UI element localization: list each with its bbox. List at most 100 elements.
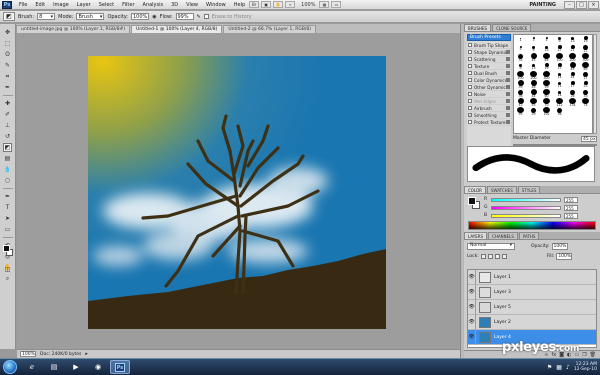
screen-mode-button[interactable]: ▭ bbox=[331, 1, 342, 8]
clone-stamp-tool-icon[interactable]: ⊥ bbox=[3, 121, 12, 130]
lock-all-icon[interactable] bbox=[501, 253, 507, 259]
brush-option-row[interactable]: Shape Dynamics bbox=[467, 49, 511, 56]
foreground-color-swatch[interactable] bbox=[3, 245, 10, 252]
b-field[interactable]: 255 bbox=[564, 212, 578, 219]
lock-icon[interactable] bbox=[506, 64, 510, 68]
pen-tool-icon[interactable]: ✒ bbox=[3, 192, 12, 201]
tray-network-icon[interactable]: ▦ bbox=[556, 364, 562, 371]
b-slider[interactable] bbox=[491, 213, 561, 218]
taskbar-firefox-icon[interactable]: ◉ bbox=[88, 360, 108, 374]
brush-option-checkbox[interactable] bbox=[468, 43, 472, 47]
brush-presets-button[interactable]: Brush Presets bbox=[467, 34, 511, 41]
brush-tip-cell[interactable]: 46 bbox=[527, 80, 540, 89]
lock-icon[interactable] bbox=[506, 106, 510, 110]
tab-color[interactable]: COLOR bbox=[464, 186, 486, 193]
menu-edit[interactable]: Edit bbox=[31, 0, 49, 10]
brush-tip-cell[interactable]: 1 bbox=[514, 35, 527, 44]
layer-row[interactable]: 👁 Layer 5 bbox=[468, 299, 596, 315]
brush-option-checkbox[interactable] bbox=[468, 64, 472, 68]
brush-option-row[interactable]: Noise bbox=[467, 91, 511, 98]
brush-tip-cell[interactable]: 11 bbox=[553, 80, 566, 89]
menu-filter[interactable]: Filter bbox=[118, 0, 138, 10]
menu-select[interactable]: Select bbox=[95, 0, 118, 10]
brush-tip-cell[interactable]: 17 bbox=[553, 62, 566, 71]
menu-view[interactable]: View bbox=[182, 0, 202, 10]
brush-tip-cell[interactable]: 65 bbox=[540, 53, 553, 62]
brush-tip-cell[interactable]: 13 bbox=[527, 62, 540, 71]
tab-swatches[interactable]: SWATCHES bbox=[486, 186, 517, 193]
eye-icon[interactable]: 👁 bbox=[468, 314, 476, 330]
brush-option-checkbox[interactable] bbox=[468, 78, 472, 82]
brush-tip-cell[interactable]: 19 bbox=[540, 62, 553, 71]
brush-grid-scrollbar[interactable] bbox=[593, 34, 597, 134]
brush-size-picker[interactable]: 8 ▾ bbox=[37, 13, 56, 20]
brush-option-row[interactable]: ✓ Smoothing bbox=[467, 112, 511, 119]
r-field[interactable]: 255 bbox=[564, 196, 578, 203]
menu-3d[interactable]: 3D bbox=[167, 0, 182, 10]
shape-tool-icon[interactable]: ▭ bbox=[3, 225, 12, 234]
brush-option-row[interactable]: Protect Texture bbox=[467, 119, 511, 126]
doc-tab-2[interactable]: Untitled-1 @ 100% (Layer 4, RGB/8) bbox=[131, 25, 223, 33]
minibridge-button[interactable]: ▣ bbox=[261, 1, 272, 8]
doc-tab-3[interactable]: Untitled-2 @ 66.7% (Layer 1, RGB/8) bbox=[223, 25, 317, 33]
brush-tip-cell[interactable]: 95 bbox=[514, 107, 527, 116]
arrange-documents-button[interactable]: ▦ bbox=[319, 1, 330, 8]
brush-tip-cell[interactable]: 14 bbox=[553, 71, 566, 80]
brush-tip-cell[interactable]: 17 bbox=[566, 80, 579, 89]
eye-icon[interactable]: 👁 bbox=[468, 299, 476, 315]
brush-tip-cell[interactable]: 300 bbox=[579, 53, 592, 62]
quick-mask-icon[interactable]: ◫ bbox=[3, 265, 12, 274]
brush-tip-cell[interactable]: 29 bbox=[527, 107, 540, 116]
lock-icon[interactable] bbox=[506, 99, 510, 103]
zoom-level[interactable]: 100% bbox=[301, 2, 315, 8]
start-button[interactable] bbox=[3, 360, 17, 374]
brush-tip-cell[interactable]: 33 bbox=[579, 89, 592, 98]
status-zoom-field[interactable]: 100% bbox=[20, 351, 36, 357]
tab-brushes[interactable]: BRUSHES bbox=[464, 24, 492, 31]
path-selection-tool-icon[interactable]: ➤ bbox=[3, 214, 12, 223]
layer-opacity-field[interactable]: 100% bbox=[551, 242, 568, 250]
menu-file[interactable]: File bbox=[15, 0, 31, 10]
opacity-pressure-icon[interactable]: ◉ bbox=[152, 14, 156, 20]
tool-preset-picker[interactable]: ◩ bbox=[3, 12, 15, 21]
tray-flag-icon[interactable]: ⚑ bbox=[547, 364, 552, 371]
maximize-button[interactable]: □ bbox=[576, 0, 587, 9]
taskbar-media-icon[interactable]: ▶ bbox=[66, 360, 86, 374]
lock-icon[interactable] bbox=[506, 120, 510, 124]
lock-position-icon[interactable] bbox=[494, 253, 500, 259]
brush-tip-cell[interactable]: 45 bbox=[566, 62, 579, 71]
brush-option-row[interactable]: Scattering bbox=[467, 56, 511, 63]
brush-tip-cell[interactable]: 21 bbox=[566, 44, 579, 53]
g-slider[interactable] bbox=[491, 205, 561, 210]
document-canvas[interactable] bbox=[88, 56, 386, 329]
brush-option-checkbox[interactable] bbox=[468, 57, 472, 61]
tab-layers[interactable]: LAYERS bbox=[464, 232, 488, 239]
brush-option-checkbox[interactable] bbox=[468, 71, 472, 75]
lock-icon[interactable] bbox=[506, 50, 510, 54]
g-field[interactable]: 255 bbox=[564, 204, 578, 211]
brush-tip-cell[interactable]: 23 bbox=[579, 80, 592, 89]
new-layer-icon[interactable]: ❐ bbox=[582, 352, 586, 358]
brush-option-row[interactable]: Dual Brush bbox=[467, 70, 511, 77]
brush-tip-cell[interactable]: 17 bbox=[553, 44, 566, 53]
menu-layer[interactable]: Layer bbox=[73, 0, 95, 10]
doc-tab-1[interactable]: untitled-image.jpg @ 100% (Layer 1, RGB/… bbox=[16, 25, 131, 33]
brush-tip-cell[interactable]: 9 bbox=[553, 35, 566, 44]
blend-mode-select[interactable]: Normal ▾ bbox=[467, 242, 515, 250]
master-diameter-field[interactable]: 45 px bbox=[581, 135, 597, 142]
brush-tip-cell[interactable]: 55 bbox=[527, 98, 540, 107]
brush-tip-cell[interactable]: 26 bbox=[566, 89, 579, 98]
flow-field[interactable]: 99% bbox=[175, 13, 194, 20]
lock-icon[interactable] bbox=[506, 71, 510, 75]
brush-option-row[interactable]: Brush Tip Shape bbox=[467, 42, 511, 49]
color-foreground-swatch[interactable] bbox=[468, 197, 476, 205]
gradient-tool-icon[interactable]: ▤ bbox=[3, 154, 12, 163]
brush-tip-cell[interactable]: 59 bbox=[540, 80, 553, 89]
mode-select[interactable]: Brush ▾ bbox=[76, 13, 105, 20]
brush-tip-cell[interactable]: 5 bbox=[540, 35, 553, 44]
lock-icon[interactable] bbox=[506, 85, 510, 89]
quick-select-tool-icon[interactable]: ✎ bbox=[3, 61, 12, 70]
brush-option-row[interactable]: Texture bbox=[467, 63, 511, 70]
brush-tip-cell[interactable]: 192 bbox=[540, 107, 553, 116]
brush-tip-cell[interactable]: 300 bbox=[540, 71, 553, 80]
